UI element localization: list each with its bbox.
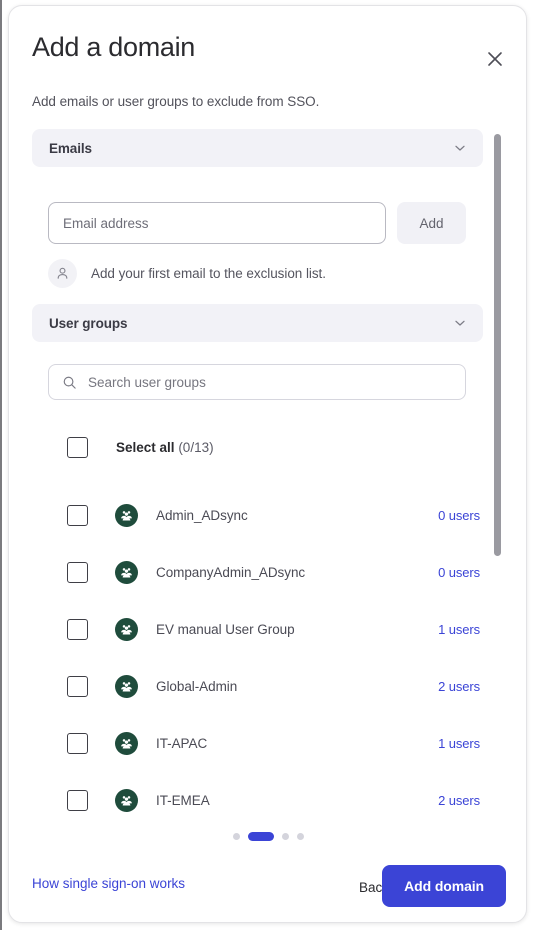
select-all-count: (0/13): [178, 439, 214, 455]
select-all-label: Select all (0/13): [116, 440, 214, 455]
table-row[interactable]: IT-APAC 1 users: [9, 715, 489, 772]
group-name: Admin_ADsync: [156, 508, 248, 523]
section-header-emails[interactable]: Emails: [32, 129, 483, 167]
group-checkbox[interactable]: [67, 790, 88, 811]
user-group-list: Admin_ADsync 0 users CompanyAdmin_ADsync: [9, 487, 489, 816]
group-name: IT-APAC: [156, 736, 208, 751]
search-user-groups-field[interactable]: [48, 364, 466, 400]
group-user-count[interactable]: 2 users: [438, 679, 480, 694]
chevron-down-icon: [453, 316, 467, 330]
group-checkbox[interactable]: [67, 676, 88, 697]
group-user-count[interactable]: 0 users: [438, 508, 480, 523]
group-icon: [115, 504, 138, 527]
group-user-count[interactable]: 1 users: [438, 736, 480, 751]
group-icon: [115, 675, 138, 698]
group-checkbox[interactable]: [67, 562, 88, 583]
how-sso-works-link[interactable]: How single sign-on works: [32, 876, 185, 891]
person-icon: [48, 259, 77, 288]
email-empty-hint: Add your first email to the exclusion li…: [48, 259, 326, 288]
dialog-footer: How single sign-on works Back Add domain: [9, 846, 526, 922]
group-name: CompanyAdmin_ADsync: [156, 565, 306, 580]
group-name: EV manual User Group: [156, 622, 295, 637]
group-user-count[interactable]: 0 users: [438, 565, 480, 580]
group-user-count[interactable]: 2 users: [438, 793, 480, 808]
group-icon: [115, 561, 138, 584]
pagination-dot[interactable]: [233, 833, 240, 840]
email-empty-hint-text: Add your first email to the exclusion li…: [91, 266, 326, 281]
vertical-scrollbar[interactable]: [494, 134, 501, 556]
pagination-dot-active[interactable]: [248, 832, 274, 841]
table-row[interactable]: CompanyAdmin_ADsync 0 users: [9, 544, 489, 601]
group-icon: [115, 618, 138, 641]
scrollbar-thumb[interactable]: [494, 134, 501, 556]
pagination-dot[interactable]: [297, 833, 304, 840]
section-header-user-groups[interactable]: User groups: [32, 304, 483, 342]
table-row[interactable]: Admin_ADsync 0 users: [9, 487, 489, 544]
table-row[interactable]: Global-Admin 2 users: [9, 658, 489, 715]
page-left-edge: [0, 0, 2, 930]
dialog-subtitle: Add emails or user groups to exclude fro…: [32, 94, 320, 109]
email-input[interactable]: [48, 202, 386, 244]
table-row[interactable]: EV manual User Group 1 users: [9, 601, 489, 658]
group-checkbox[interactable]: [67, 733, 88, 754]
select-all-row[interactable]: Select all (0/13): [9, 429, 489, 465]
pagination-dot[interactable]: [282, 833, 289, 840]
table-row[interactable]: IT-EMEA 2 users: [9, 772, 489, 816]
group-name: Global-Admin: [156, 679, 238, 694]
add-domain-button[interactable]: Add domain: [382, 865, 506, 907]
group-checkbox[interactable]: [67, 619, 88, 640]
add-email-button[interactable]: Add: [397, 202, 466, 244]
group-checkbox[interactable]: [67, 505, 88, 526]
dialog-header: Add a domain: [9, 6, 526, 92]
chevron-down-icon: [453, 141, 467, 155]
pagination-dots: [9, 832, 526, 841]
section-label-user-groups: User groups: [49, 315, 128, 331]
add-domain-dialog: Add a domain Add emails or user groups t…: [8, 5, 527, 923]
select-all-checkbox[interactable]: [67, 436, 88, 458]
search-icon: [62, 375, 77, 390]
close-icon[interactable]: [482, 46, 508, 72]
section-label-emails: Emails: [49, 140, 92, 156]
group-name: IT-EMEA: [156, 793, 210, 808]
select-all-text: Select all: [116, 439, 175, 455]
dialog-scroll-body: Emails Add Add your first email to the e…: [9, 124, 526, 816]
page-title: Add a domain: [32, 32, 196, 62]
group-user-count[interactable]: 1 users: [438, 622, 480, 637]
email-entry-row: Add: [48, 202, 468, 244]
group-icon: [115, 789, 138, 812]
search-input[interactable]: [88, 374, 452, 390]
group-icon: [115, 732, 138, 755]
